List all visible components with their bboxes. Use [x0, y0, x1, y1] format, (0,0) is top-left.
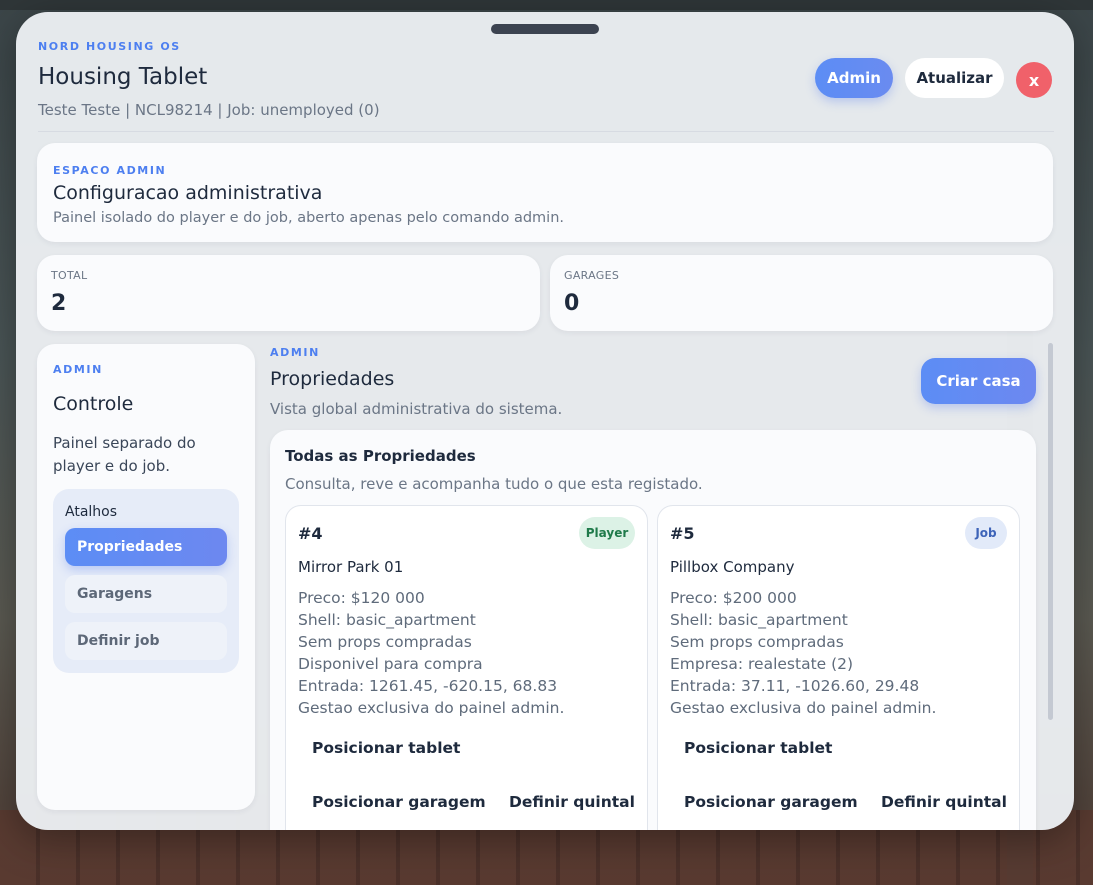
main-description: Vista global administrativa do sistema. — [270, 400, 563, 418]
admin-space-title: Configuracao administrativa — [53, 182, 323, 204]
stat-garages-label: GARAGES — [564, 269, 620, 282]
admin-space-kicker: ESPACO ADMIN — [53, 164, 167, 177]
brand-label: NORD HOUSING OS — [38, 40, 181, 53]
stat-total-value: 2 — [51, 291, 67, 316]
stat-garages-card: GARAGES 0 — [550, 255, 1053, 331]
property-price: Preco: $120 000 — [298, 589, 425, 607]
position-garage-button[interactable]: Posicionar garagem — [312, 793, 486, 811]
stat-total-card: TOTAL 2 — [37, 255, 540, 331]
shortcuts-label: Atalhos — [65, 504, 118, 520]
property-shell: Shell: basic_apartment — [670, 611, 848, 629]
sidebar-title: Controle — [53, 393, 134, 415]
sidebar: ADMIN Controle Painel separado do player… — [37, 344, 255, 810]
main-kicker: ADMIN — [270, 346, 320, 359]
define-yard-button[interactable]: Definir quintal — [509, 793, 635, 811]
game-background-top — [0, 0, 1093, 10]
content-scrollbar[interactable] — [1048, 343, 1053, 720]
main-title: Propriedades — [270, 368, 395, 390]
header-divider — [38, 131, 1054, 132]
property-price: Preco: $200 000 — [670, 589, 797, 607]
admin-space-description: Painel isolado do player e do job, abert… — [53, 210, 565, 226]
property-shell: Shell: basic_apartment — [298, 611, 476, 629]
close-button[interactable]: x — [1016, 62, 1052, 98]
property-entrance: Entrada: 37.11, -1026.60, 29.48 — [670, 677, 920, 695]
property-type-badge: Player — [579, 517, 635, 549]
property-entrance: Entrada: 1261.45, -620.15, 68.83 — [298, 677, 558, 695]
properties-description: Consulta, reve e acompanha tudo o que es… — [285, 475, 703, 493]
property-name: Pillbox Company — [670, 558, 795, 576]
position-tablet-button[interactable]: Posicionar tablet — [312, 739, 460, 757]
shortcuts-panel: Atalhos Propriedades Garagens Definir jo… — [53, 489, 239, 673]
admin-space-card: ESPACO ADMIN Configuracao administrativa… — [37, 143, 1053, 242]
sidebar-kicker: ADMIN — [53, 363, 103, 376]
position-garage-button[interactable]: Posicionar garagem — [684, 793, 858, 811]
tablet-notch — [491, 24, 599, 34]
properties-panel: Todas as Propriedades Consulta, reve e a… — [270, 430, 1036, 830]
property-props: Sem props compradas — [298, 633, 472, 651]
property-card: #4 Player Mirror Park 01 Preco: $120 000… — [285, 505, 648, 830]
sidebar-item-propriedades[interactable]: Propriedades — [65, 528, 227, 566]
property-name: Mirror Park 01 — [298, 558, 404, 576]
page-title: Housing Tablet — [38, 64, 208, 90]
property-management: Gestao exclusiva do painel admin. — [670, 699, 937, 717]
admin-button[interactable]: Admin — [815, 58, 893, 98]
property-id: #5 — [670, 524, 695, 543]
property-details: Preco: $120 000 Shell: basic_apartment S… — [298, 587, 564, 719]
define-yard-button[interactable]: Definir quintal — [881, 793, 1007, 811]
user-info: Teste Teste | NCL98214 | Job: unemployed… — [38, 101, 380, 119]
property-props: Sem props compradas — [670, 633, 844, 651]
housing-tablet-window: NORD HOUSING OS Housing Tablet Teste Tes… — [16, 12, 1074, 830]
property-company: Empresa: realestate (2) — [670, 655, 854, 673]
property-card: #5 Job Pillbox Company Preco: $200 000 S… — [657, 505, 1020, 830]
stat-total-label: TOTAL — [51, 269, 88, 282]
refresh-button[interactable]: Atualizar — [905, 58, 1004, 98]
properties-title: Todas as Propriedades — [285, 447, 476, 465]
property-type-badge: Job — [965, 517, 1007, 549]
create-house-button[interactable]: Criar casa — [921, 358, 1036, 404]
sidebar-item-garagens[interactable]: Garagens — [65, 575, 227, 613]
property-status: Disponivel para compra — [298, 655, 483, 673]
stat-garages-value: 0 — [564, 291, 580, 316]
property-management: Gestao exclusiva do painel admin. — [298, 699, 565, 717]
property-details: Preco: $200 000 Shell: basic_apartment S… — [670, 587, 936, 719]
position-tablet-button[interactable]: Posicionar tablet — [684, 739, 832, 757]
sidebar-item-definir-job[interactable]: Definir job — [65, 622, 227, 660]
property-id: #4 — [298, 524, 323, 543]
sidebar-description: Painel separado do player e do job. — [53, 434, 196, 475]
